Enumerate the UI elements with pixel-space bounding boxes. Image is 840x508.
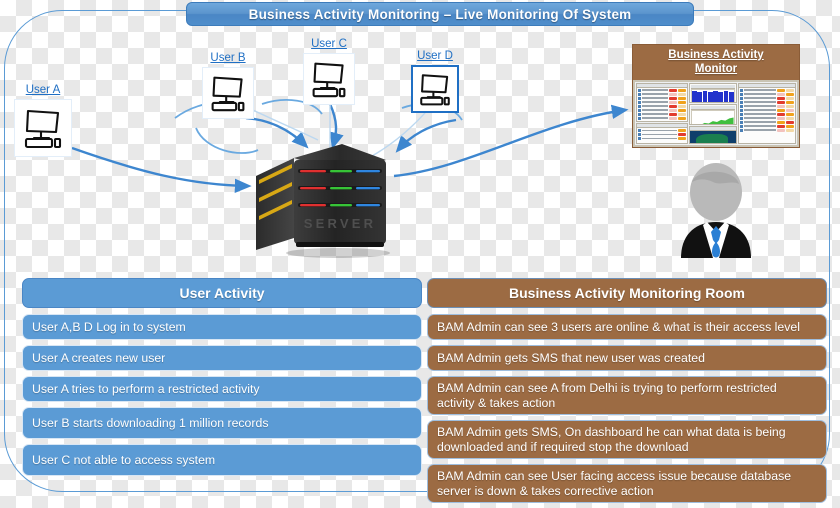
table-row[interactable]: User A tries to perform a restricted act… bbox=[22, 376, 422, 402]
user-a-label: User A bbox=[25, 84, 61, 96]
bam-room-table: Business Activity Monitoring Room BAM Ad… bbox=[427, 278, 827, 508]
desktop-computer-icon bbox=[411, 65, 459, 113]
user-node-c[interactable]: User C bbox=[303, 38, 355, 105]
user-d-label: User D bbox=[417, 50, 453, 62]
table-row[interactable]: BAM Admin can see 3 users are online & w… bbox=[427, 314, 827, 340]
user-activity-header: User Activity bbox=[22, 278, 422, 308]
bam-room-header: Business Activity Monitoring Room bbox=[427, 278, 827, 308]
table-row[interactable]: BAM Admin can see A from Delhi is trying… bbox=[427, 376, 827, 415]
bam-monitor-title-line2: Monitor bbox=[694, 63, 738, 75]
table-row[interactable]: User A,B D Log in to system bbox=[22, 314, 422, 340]
table-row[interactable]: BAM Admin can see User facing access iss… bbox=[427, 464, 827, 503]
user-node-a[interactable]: User A bbox=[14, 84, 72, 157]
table-row[interactable]: BAM Admin gets SMS that new user was cre… bbox=[427, 345, 827, 371]
table-row[interactable]: User B starts downloading 1 million reco… bbox=[22, 407, 422, 439]
desktop-computer-icon bbox=[202, 67, 254, 119]
bam-monitor-header: Business Activity Monitor bbox=[632, 44, 800, 80]
desktop-computer-icon bbox=[14, 99, 72, 157]
user-node-b[interactable]: User B bbox=[202, 52, 254, 119]
table-row[interactable]: User A creates new user bbox=[22, 345, 422, 371]
dashboard-screen-icon bbox=[632, 80, 800, 148]
bam-monitor-panel[interactable]: Business Activity Monitor bbox=[632, 44, 800, 152]
user-node-d[interactable]: User D bbox=[411, 50, 459, 113]
bam-monitor-title-line1: Business Activity bbox=[668, 49, 764, 61]
bar-chart-thumbnail bbox=[691, 89, 735, 103]
table-row[interactable]: User C not able to access system bbox=[22, 444, 422, 476]
table-row[interactable]: BAM Admin gets SMS, On dashboard he can … bbox=[427, 420, 827, 459]
user-activity-table: User Activity User A,B D Log in to syste… bbox=[22, 278, 422, 481]
admin-avatar-icon bbox=[673, 162, 759, 258]
desktop-computer-icon bbox=[303, 53, 355, 105]
map-thumbnail bbox=[690, 130, 736, 143]
server-label: SERVER bbox=[304, 216, 376, 231]
area-chart-thumbnail bbox=[691, 110, 735, 124]
diagram-canvas: Business Activity Monitoring – Live Moni… bbox=[0, 0, 840, 506]
server-rack-icon: SERVER bbox=[250, 142, 390, 260]
user-c-label: User C bbox=[311, 38, 347, 50]
user-b-label: User B bbox=[210, 52, 246, 64]
